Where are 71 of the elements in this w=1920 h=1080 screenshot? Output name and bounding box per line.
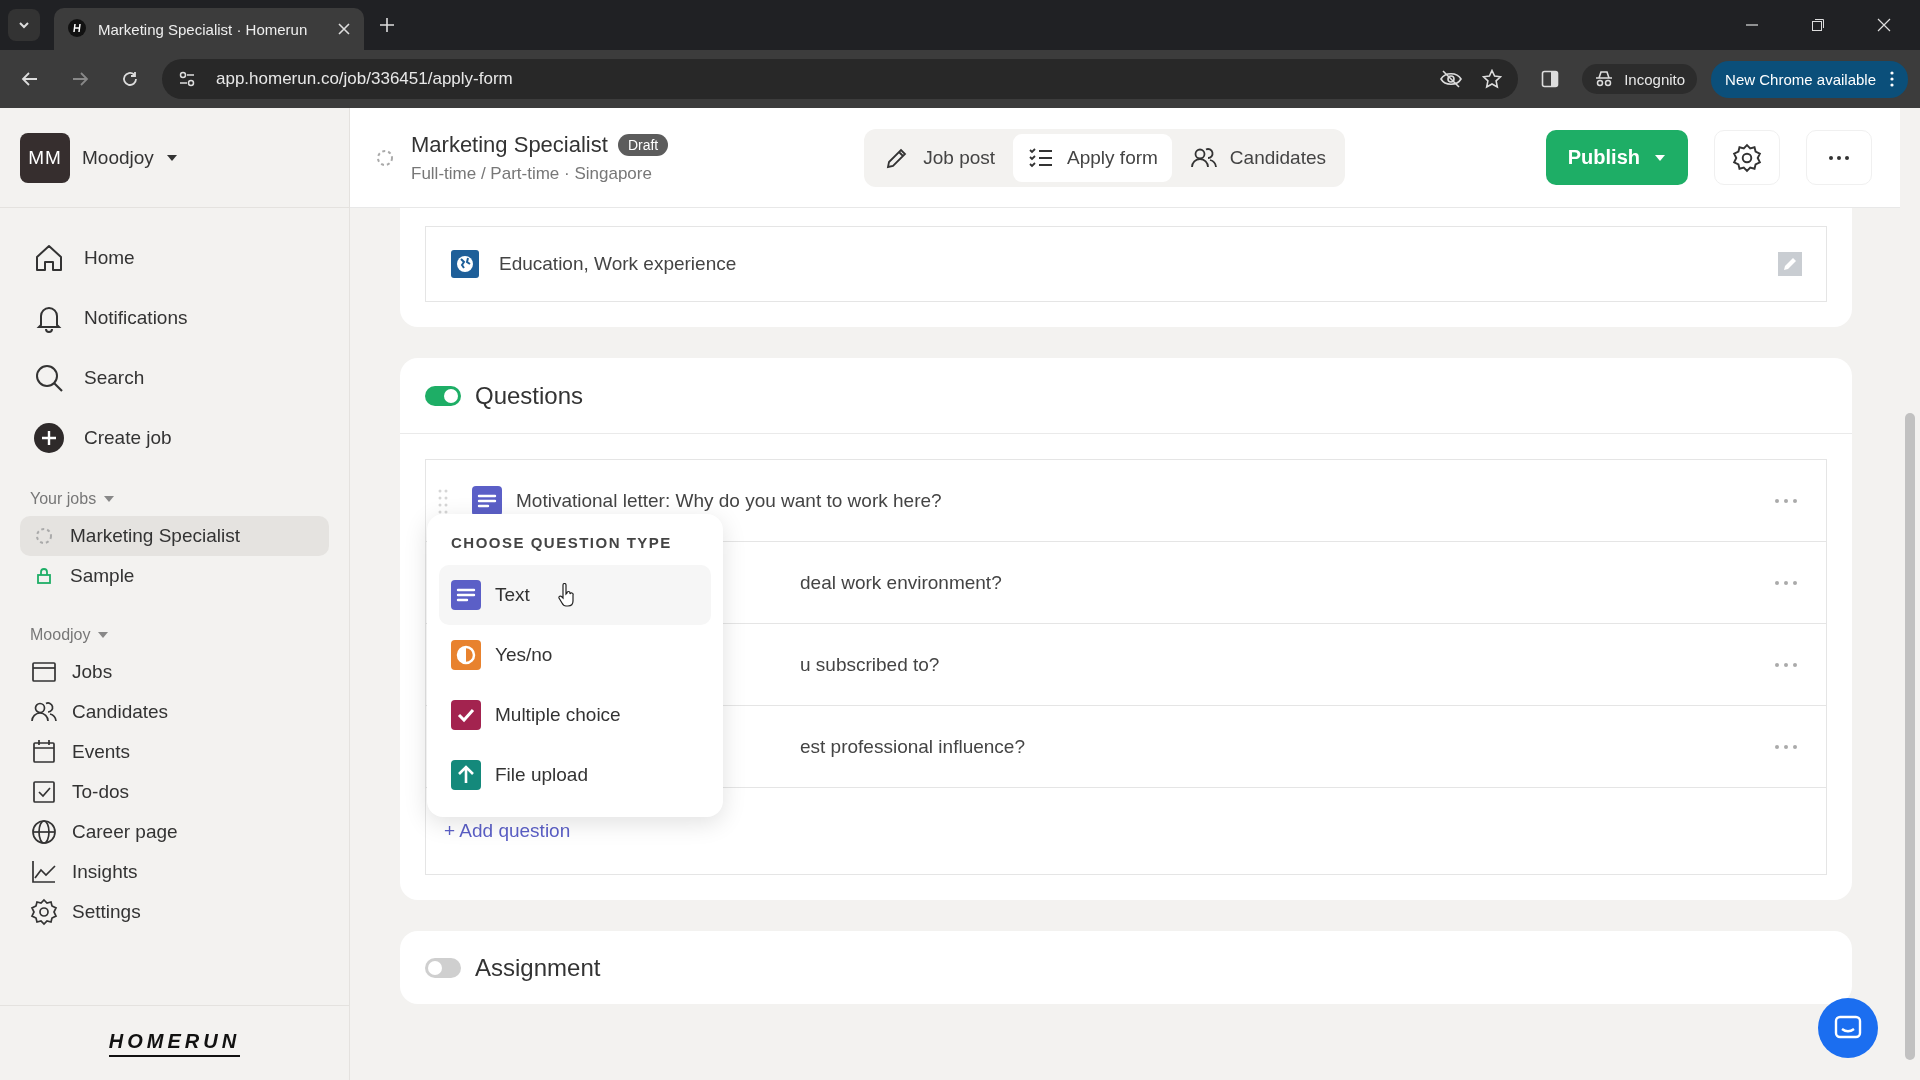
incognito-icon bbox=[1594, 70, 1615, 88]
tab[interactable]: Job post bbox=[869, 133, 1010, 182]
caret-icon bbox=[104, 496, 115, 502]
nav-item[interactable]: Search bbox=[32, 348, 349, 408]
incognito-button[interactable]: Incognito bbox=[1582, 64, 1698, 94]
nav-item[interactable]: Jobs bbox=[0, 652, 349, 692]
menu-item[interactable]: Yes/no bbox=[439, 625, 711, 685]
site-info-icon[interactable] bbox=[178, 70, 196, 88]
todo-icon bbox=[30, 778, 58, 806]
chat-button[interactable] bbox=[1818, 998, 1878, 1058]
assignment-toggle[interactable] bbox=[425, 957, 461, 978]
star-icon[interactable] bbox=[1482, 69, 1503, 89]
nav-item[interactable]: Career page bbox=[0, 812, 349, 852]
nav-item[interactable]: Candidates bbox=[0, 692, 349, 732]
new-tab-icon[interactable] bbox=[380, 18, 394, 32]
section-title[interactable]: Moodjoy bbox=[30, 626, 109, 644]
lock-icon bbox=[34, 566, 54, 586]
nav-item[interactable]: Notifications bbox=[32, 288, 349, 348]
browser-tab[interactable]: Marketing Specialist · Homerun bbox=[54, 8, 364, 50]
address-bar[interactable]: app.homerun.co/job/336451/apply-form bbox=[162, 59, 1519, 99]
job-item[interactable]: Sample bbox=[20, 556, 329, 596]
add-question-link[interactable]: + Add question bbox=[444, 820, 571, 842]
nav-item[interactable]: Home bbox=[32, 228, 349, 288]
question-text[interactable]: u subscribed to? bbox=[800, 653, 940, 676]
questions-toggle[interactable] bbox=[425, 385, 461, 406]
section-heading: Assignment bbox=[475, 953, 601, 982]
question-text[interactable]: est professional influence? bbox=[800, 735, 1025, 758]
gear-icon bbox=[30, 898, 58, 926]
question-text[interactable]: Motivational letter: Why do you want to work here? bbox=[516, 489, 942, 512]
more-icon bbox=[1828, 154, 1850, 161]
caret-icon bbox=[1654, 153, 1666, 162]
job-title: Marketing Specialist bbox=[411, 131, 608, 158]
globe-icon bbox=[30, 818, 58, 846]
menu-item[interactable]: File upload bbox=[439, 745, 711, 805]
homerun-favicon-icon bbox=[68, 18, 86, 40]
nav-item[interactable]: Create job bbox=[32, 408, 349, 468]
hand-cursor-icon bbox=[557, 583, 576, 607]
nav-item[interactable]: Insights bbox=[0, 852, 349, 892]
eye-off-icon[interactable] bbox=[1440, 70, 1463, 88]
section-title[interactable]: Your jobs bbox=[30, 490, 115, 508]
homerun-logo: HOMERUN bbox=[108, 1029, 241, 1057]
settings-icon bbox=[1732, 142, 1762, 173]
chart-icon bbox=[30, 858, 58, 886]
profile-fields: Education, Work experience bbox=[499, 253, 737, 275]
tab[interactable]: Candidates bbox=[1175, 133, 1340, 182]
nav-item[interactable]: Events bbox=[0, 732, 349, 772]
section-heading: Questions bbox=[475, 381, 584, 410]
settings-button[interactable] bbox=[1714, 130, 1780, 185]
caret-icon bbox=[165, 153, 178, 162]
nav-item[interactable]: To-dos bbox=[0, 772, 349, 812]
company-avatar[interactable]: MM bbox=[20, 132, 70, 183]
caret-icon bbox=[98, 632, 109, 638]
drag-handle-icon[interactable] bbox=[438, 487, 448, 514]
dashed-circle-icon bbox=[34, 526, 54, 546]
question-text[interactable]: deal work environment? bbox=[800, 571, 1002, 594]
update-button[interactable]: New Chrome available bbox=[1711, 60, 1908, 98]
menu-dots-icon bbox=[1890, 71, 1894, 87]
status-badge: Draft bbox=[617, 133, 669, 156]
tab[interactable]: Apply form bbox=[1013, 133, 1172, 182]
menu-heading: CHOOSE QUESTION TYPE bbox=[450, 533, 673, 553]
nav-item[interactable]: Settings bbox=[0, 892, 349, 932]
tab-search-icon[interactable] bbox=[8, 9, 40, 41]
menu-item[interactable]: Multiple choice bbox=[439, 685, 711, 745]
globe-icon bbox=[451, 250, 479, 278]
draft-status-icon bbox=[375, 147, 395, 168]
job-meta: Full-time / Part-time · Singapore bbox=[411, 163, 653, 184]
company-switcher[interactable]: Moodjoy bbox=[82, 146, 178, 169]
plus-icon bbox=[32, 421, 66, 455]
calendar-icon bbox=[30, 738, 58, 766]
menu-item[interactable]: Text bbox=[439, 565, 711, 625]
job-item[interactable]: Marketing Specialist bbox=[20, 516, 329, 556]
